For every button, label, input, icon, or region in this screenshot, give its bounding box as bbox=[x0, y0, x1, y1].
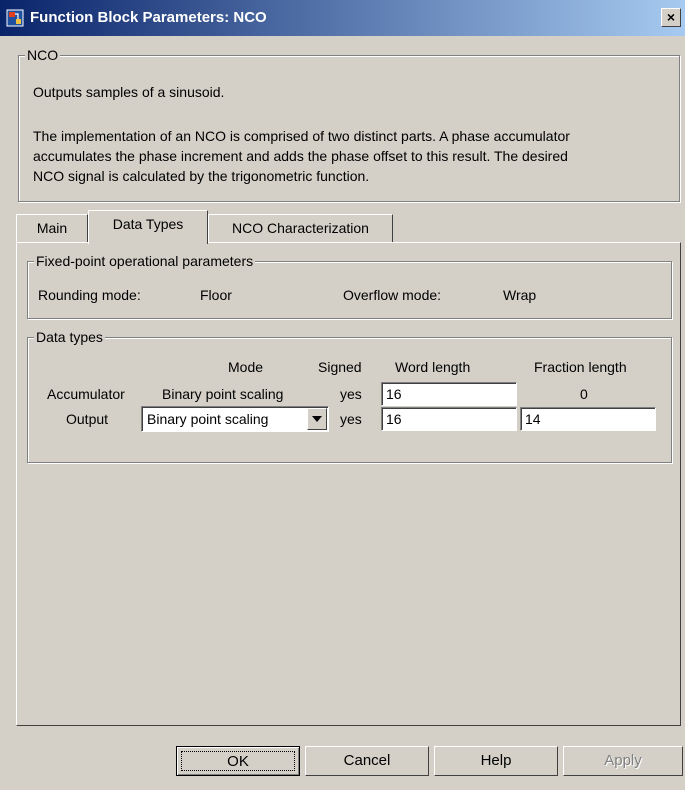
tab-data-types[interactable]: Data Types bbox=[88, 210, 208, 244]
accumulator-word-length-input[interactable]: 16 bbox=[381, 382, 517, 406]
accumulator-word-length-value: 16 bbox=[386, 386, 402, 402]
rounding-mode-value: Floor bbox=[200, 287, 232, 303]
data-types-group: Data types Mode Signed Word length Fract… bbox=[27, 328, 672, 463]
output-label: Output bbox=[66, 411, 109, 427]
ok-button[interactable]: OK bbox=[176, 746, 300, 776]
header-word-length: Word length bbox=[395, 359, 471, 375]
accumulator-label: Accumulator bbox=[47, 386, 125, 402]
cancel-button[interactable]: Cancel bbox=[305, 746, 429, 776]
header-mode: Mode bbox=[228, 359, 264, 375]
output-signed: yes bbox=[340, 411, 362, 427]
title-bar[interactable]: Function Block Parameters: NCO × bbox=[0, 0, 685, 36]
accumulator-fraction-length: 0 bbox=[580, 386, 588, 402]
description-group: NCO Outputs samples of a sinusoid. The i… bbox=[18, 46, 680, 202]
accumulator-mode: Binary point scaling bbox=[162, 386, 284, 402]
tab-main[interactable]: Main bbox=[16, 214, 88, 242]
fixed-point-group-label: Fixed-point operational parameters bbox=[34, 252, 256, 270]
ok-button-label: OK bbox=[227, 753, 249, 770]
apply-button-label: Apply bbox=[604, 752, 642, 769]
close-icon: × bbox=[666, 9, 676, 25]
window-title: Function Block Parameters: NCO bbox=[30, 9, 267, 26]
data-types-group-label: Data types bbox=[34, 328, 105, 346]
apply-button[interactable]: Apply bbox=[563, 746, 683, 776]
header-signed: Signed bbox=[318, 359, 362, 375]
help-button[interactable]: Help bbox=[434, 746, 558, 776]
output-fraction-length-input[interactable]: 14 bbox=[520, 407, 656, 431]
tab-nco-characterization-label: NCO Characterization bbox=[232, 220, 369, 236]
accumulator-signed: yes bbox=[340, 386, 362, 402]
header-fraction-length: Fraction length bbox=[534, 359, 627, 375]
output-word-length-input[interactable]: 16 bbox=[381, 407, 517, 431]
description-group-label: NCO bbox=[25, 46, 61, 64]
tab-panel-data-types: Fixed-point operational parameters Round… bbox=[16, 242, 681, 726]
output-word-length-value: 16 bbox=[386, 411, 402, 427]
description-line-4: NCO signal is calculated by the trigonom… bbox=[33, 168, 370, 184]
tab-nco-characterization[interactable]: NCO Characterization bbox=[208, 214, 393, 242]
description-line-1: Outputs samples of a sinusoid. bbox=[33, 84, 225, 100]
cancel-button-label: Cancel bbox=[343, 752, 391, 769]
description-line-3: accumulates the phase increment and adds… bbox=[33, 148, 568, 164]
output-mode-select[interactable]: Binary point scaling bbox=[141, 406, 329, 432]
chevron-down-icon[interactable] bbox=[307, 408, 327, 430]
description-line-2: The implementation of an NCO is comprise… bbox=[33, 128, 570, 144]
tab-main-label: Main bbox=[36, 220, 68, 236]
output-fraction-length-value: 14 bbox=[525, 411, 541, 427]
tab-data-types-label: Data Types bbox=[112, 216, 184, 232]
close-button[interactable]: × bbox=[661, 8, 681, 27]
simulink-block-icon bbox=[6, 9, 24, 27]
overflow-mode-value: Wrap bbox=[503, 287, 537, 303]
overflow-mode-label: Overflow mode: bbox=[343, 287, 442, 303]
focus-rectangle: OK bbox=[181, 751, 295, 771]
help-button-label: Help bbox=[480, 752, 512, 769]
fixed-point-group: Fixed-point operational parameters Round… bbox=[27, 252, 672, 319]
output-mode-value: Binary point scaling bbox=[147, 411, 269, 427]
rounding-mode-label: Rounding mode: bbox=[38, 287, 141, 303]
